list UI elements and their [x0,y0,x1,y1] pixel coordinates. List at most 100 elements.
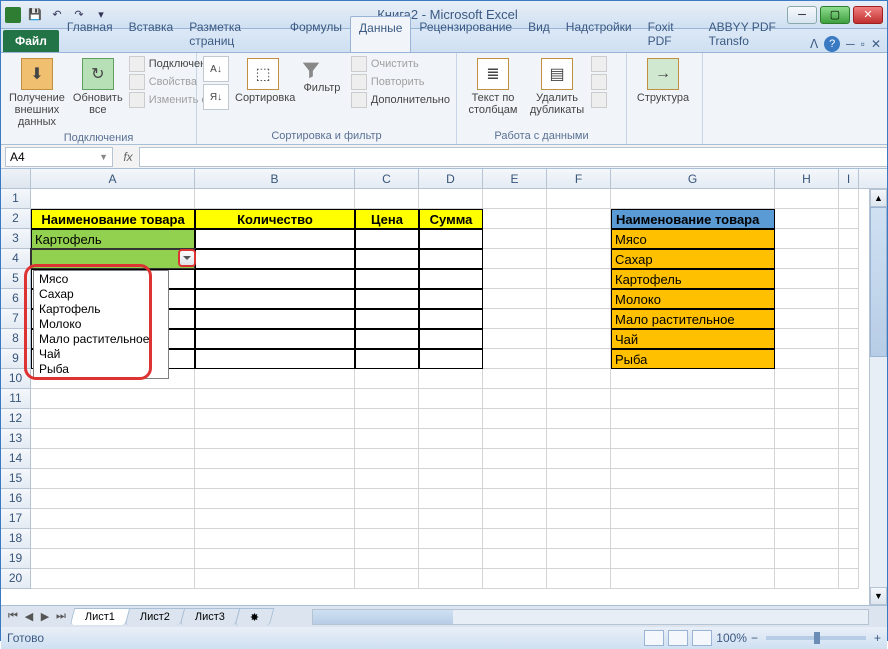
cell-D1[interactable] [419,189,483,209]
cell-F14[interactable] [547,449,611,469]
column-header-F[interactable]: F [547,169,611,188]
next-sheet-button[interactable]: ▶ [37,609,53,625]
cell-B19[interactable] [195,549,355,569]
cell-C15[interactable] [355,469,419,489]
cell-I16[interactable] [839,489,859,509]
cell-A16[interactable] [31,489,195,509]
dropdown-item-3[interactable]: Молоко [35,317,167,332]
row-header-13[interactable]: 13 [1,429,31,449]
row-header-4[interactable]: 4 [1,249,31,269]
reapply-item[interactable]: Повторить [351,74,450,90]
cell-D6[interactable] [419,289,483,309]
cell-C4[interactable] [355,249,419,269]
close-button[interactable]: ✕ [853,6,883,24]
cell-H6[interactable] [775,289,839,309]
cell-E18[interactable] [483,529,547,549]
cell-G11[interactable] [611,389,775,409]
ribbon-tab-6[interactable]: Вид [520,16,558,52]
cell-I7[interactable] [839,309,859,329]
text-to-columns-button[interactable]: ≣ Текст по столбцам [463,56,523,118]
cell-G5[interactable]: Картофель [611,269,775,289]
cell-E16[interactable] [483,489,547,509]
structure-button[interactable]: → Структура [633,56,693,106]
cell-A17[interactable] [31,509,195,529]
cell-C20[interactable] [355,569,419,589]
cell-F5[interactable] [547,269,611,289]
cell-D7[interactable] [419,309,483,329]
cell-E14[interactable] [483,449,547,469]
cell-A19[interactable] [31,549,195,569]
cell-D16[interactable] [419,489,483,509]
column-header-B[interactable]: B [195,169,355,188]
zoom-slider[interactable] [766,636,866,640]
cell-F8[interactable] [547,329,611,349]
cell-B7[interactable] [195,309,355,329]
cell-F6[interactable] [547,289,611,309]
new-sheet-button[interactable]: ✸ [235,608,275,626]
zoom-in-button[interactable]: + [874,631,881,645]
sort-desc-button[interactable]: Я↓ [203,84,229,110]
ribbon-tab-4[interactable]: Данные [350,16,411,52]
dropdown-item-0[interactable]: Мясо [35,272,167,287]
cell-A3[interactable]: Картофель [31,229,195,249]
cell-A18[interactable] [31,529,195,549]
dropdown-item-2[interactable]: Картофель [35,302,167,317]
hscroll-thumb[interactable] [313,610,453,624]
cell-D17[interactable] [419,509,483,529]
cell-A15[interactable] [31,469,195,489]
cell-H5[interactable] [775,269,839,289]
cell-F1[interactable] [547,189,611,209]
cell-B10[interactable] [195,369,355,389]
cell-G12[interactable] [611,409,775,429]
cell-G14[interactable] [611,449,775,469]
column-header-E[interactable]: E [483,169,547,188]
cell-I8[interactable] [839,329,859,349]
name-box[interactable]: A4▼ [5,147,113,167]
cell-A14[interactable] [31,449,195,469]
cell-D3[interactable] [419,229,483,249]
cell-I4[interactable] [839,249,859,269]
cell-B5[interactable] [195,269,355,289]
cell-B8[interactable] [195,329,355,349]
cell-E20[interactable] [483,569,547,589]
cell-G15[interactable] [611,469,775,489]
cell-D2[interactable]: Сумма [419,209,483,229]
column-header-C[interactable]: C [355,169,419,188]
vertical-scrollbar[interactable]: ▲ ▼ [869,189,887,605]
doc-minimize-icon[interactable]: ─ [846,37,855,51]
cell-A13[interactable] [31,429,195,449]
cell-E3[interactable] [483,229,547,249]
cell-B11[interactable] [195,389,355,409]
cell-D19[interactable] [419,549,483,569]
doc-restore-icon[interactable]: ▫ [861,37,865,51]
column-header-G[interactable]: G [611,169,775,188]
save-button[interactable]: 💾 [25,5,45,25]
cell-C19[interactable] [355,549,419,569]
cell-F13[interactable] [547,429,611,449]
select-all-corner[interactable] [1,169,31,188]
cell-D15[interactable] [419,469,483,489]
page-break-view-button[interactable] [692,630,712,646]
data-validation-item[interactable] [591,56,607,72]
cell-B9[interactable] [195,349,355,369]
cell-H13[interactable] [775,429,839,449]
cell-I17[interactable] [839,509,859,529]
cell-E2[interactable] [483,209,547,229]
cell-F4[interactable] [547,249,611,269]
cell-D14[interactable] [419,449,483,469]
cell-I1[interactable] [839,189,859,209]
cell-I11[interactable] [839,389,859,409]
cell-C5[interactable] [355,269,419,289]
row-header-1[interactable]: 1 [1,189,31,209]
cell-B12[interactable] [195,409,355,429]
cell-G18[interactable] [611,529,775,549]
sheet-tab-1[interactable]: Лист2 [125,608,186,625]
cell-H18[interactable] [775,529,839,549]
cell-I13[interactable] [839,429,859,449]
cell-I2[interactable] [839,209,859,229]
cell-C14[interactable] [355,449,419,469]
sort-button[interactable]: ⬚ Сортировка [233,56,293,106]
cell-C8[interactable] [355,329,419,349]
column-header-H[interactable]: H [775,169,839,188]
row-header-7[interactable]: 7 [1,309,31,329]
